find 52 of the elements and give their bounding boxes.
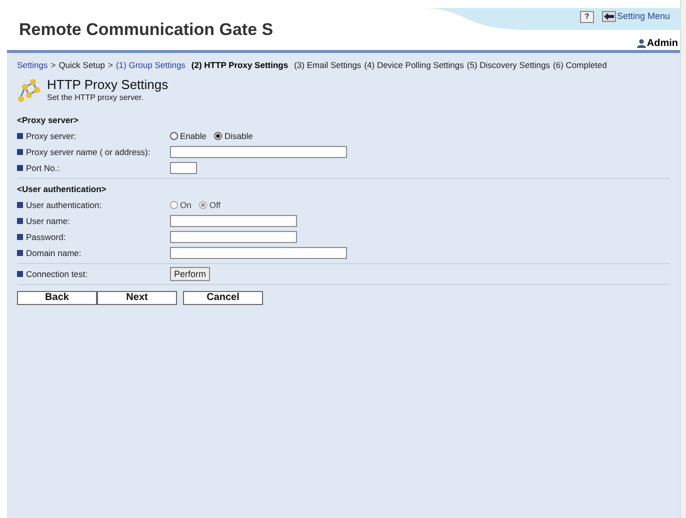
nav-button[interactable]: Back	[17, 291, 97, 305]
radio-label: On	[180, 198, 192, 212]
field-label: User name:	[26, 214, 70, 228]
field-label: Password:	[26, 230, 66, 244]
breadcrumb-text: (4) Device Polling Settings	[364, 58, 464, 72]
bullet-icon	[17, 149, 23, 155]
setting-menu-link[interactable]: Setting Menu	[616, 10, 670, 24]
breadcrumb-text: (6) Completed	[553, 58, 607, 72]
breadcrumb-text: >	[108, 58, 113, 72]
user-name: Admin	[646, 37, 678, 51]
breadcrumb-text: (2) HTTP Proxy Settings	[191, 58, 288, 72]
breadcrumb-link[interactable]: (1) Group Settings	[116, 58, 186, 72]
radio-button[interactable]	[214, 132, 222, 140]
page-title: HTTP Proxy Settings	[47, 77, 168, 92]
cancel-button[interactable]: Cancel	[183, 291, 263, 305]
back-arrow-icon	[602, 11, 616, 22]
perform-button[interactable]: Perform	[170, 267, 210, 281]
text-field[interactable]	[170, 162, 197, 174]
network-icon	[17, 77, 43, 103]
nav-button[interactable]: Next	[97, 291, 177, 305]
breadcrumb-text: Quick Setup	[58, 58, 105, 72]
field-label: Connection test:	[26, 268, 88, 280]
field-label: Proxy server:	[26, 130, 76, 142]
radio-label: Enable	[180, 130, 206, 142]
field-label: Port No.:	[26, 162, 60, 174]
breadcrumb-text: (3) Email Settings	[294, 58, 362, 72]
text-field[interactable]	[170, 231, 297, 243]
breadcrumb-link[interactable]: Settings	[17, 58, 48, 72]
radio-button[interactable]	[170, 132, 178, 140]
breadcrumb-text: (5) Discovery Settings	[466, 58, 550, 72]
bullet-icon	[17, 218, 23, 224]
scrollbar[interactable]	[680, 0, 686, 518]
bullet-icon	[17, 271, 23, 277]
page-subtitle: Set the HTTP proxy server.	[47, 92, 144, 104]
bullet-icon	[17, 234, 23, 240]
text-field[interactable]	[170, 247, 347, 259]
bullet-icon	[17, 202, 23, 208]
bullet-icon	[17, 250, 23, 256]
text-field[interactable]	[170, 146, 347, 158]
field-label: Domain name:	[26, 246, 82, 260]
radio-label: Off	[209, 198, 221, 212]
section-heading: <Proxy server>	[17, 114, 80, 127]
breadcrumb-text: >	[50, 58, 56, 72]
section-heading: <User authentication>	[17, 182, 108, 196]
bullet-icon	[17, 165, 23, 171]
bullet-icon	[17, 133, 23, 139]
text-field[interactable]	[170, 215, 297, 227]
field-label: Proxy server name ( or address):	[26, 146, 150, 158]
field-label: User authentication:	[26, 198, 102, 212]
radio-label: Disable	[224, 130, 253, 142]
user-icon	[636, 39, 646, 48]
app-title: Remote Communication Gate S	[19, 19, 274, 41]
